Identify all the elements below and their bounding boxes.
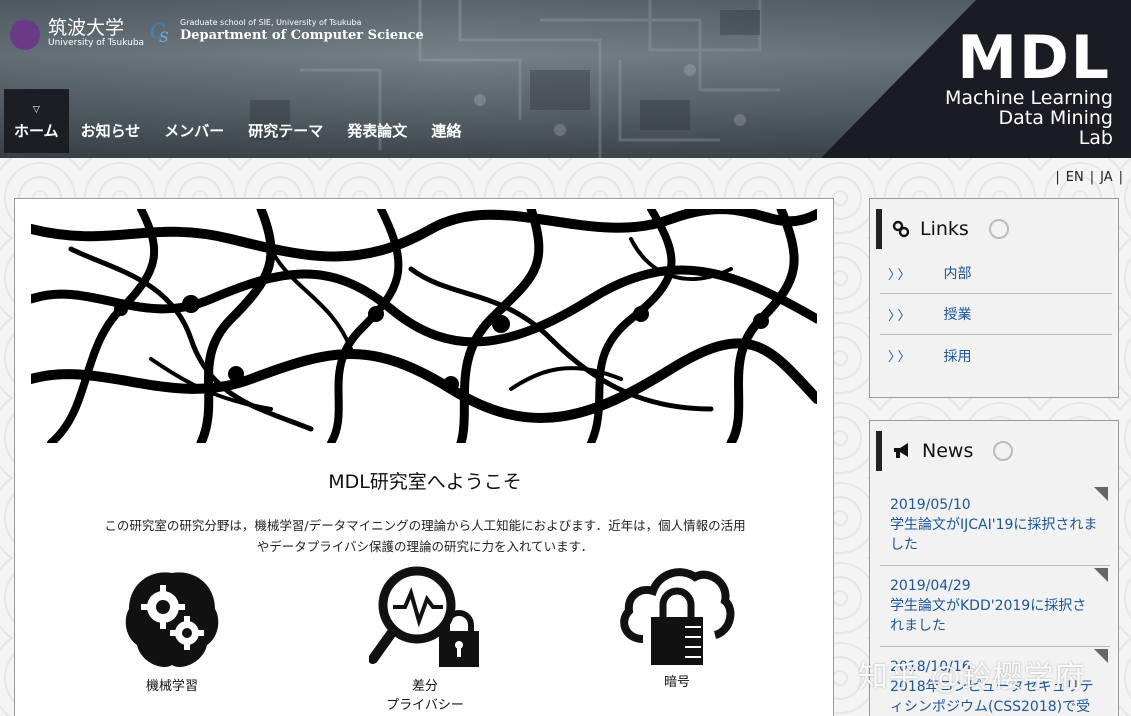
feature-label: 差分 [411,679,438,694]
nav-label: 連絡 [431,122,462,140]
links-panel-title: Links [920,218,969,240]
corner-fold-icon [1094,649,1108,663]
magnifier-lock-icon [368,566,479,667]
brain-gears-icon [125,572,219,667]
nav-label: 発表論文 [347,122,408,140]
cloud-lock-icon [620,568,735,665]
university-name-en: University of Tsukuba [48,37,145,48]
news-title: 学生論文がKDD'2019に採択されました [890,598,1087,634]
ring-decoration-icon [988,219,1009,239]
feature-label-2: プライバシー [386,698,464,713]
watermark: 知乎 @鈴樱学府 [858,660,1086,695]
nav-label: お知らせ [80,122,141,140]
chevron-right-icon: 〉〉 [888,267,914,283]
welcome-heading: MDL研究室へようこそ [328,471,522,493]
main-content: MDL研究室へようこそ この研究室の研究分野は，機械学習/データマイニングの理論… [14,198,834,716]
links-panel-header: Links [876,209,1118,249]
nav-label: ホーム [14,122,59,140]
ring-decoration-icon [993,441,1014,461]
chevron-right-icon: 〉〉 [888,308,914,324]
feature-label: 機械学習 [145,679,198,694]
university-logo[interactable]: 筑波大学 University of Tsukuba [6,14,144,52]
corner-fold-icon [1094,568,1108,582]
lang-ja-link[interactable]: JA [1100,170,1113,185]
nav-news[interactable]: お知らせ [69,89,153,153]
feature-differential-privacy[interactable]: 差分 プライバシー [368,565,481,715]
link-internal[interactable]: 〉〉 内部 [880,253,1112,294]
main-nav: ▽ ホーム お知らせ メンバー 研究テーマ 発表論文 連絡 [4,89,473,153]
cs-logo-icon: C S [150,19,169,44]
department-subtitle: Graduate school of SIE, University of Ts… [180,18,362,27]
nav-contact[interactable]: 連絡 [419,89,473,153]
lab-logo: MDL [957,23,1111,93]
university-name-jp: 筑波大学 [48,16,125,39]
neural-network-hero-image [31,209,817,443]
links-panel: Links 〉〉 内部 〉〉 授業 〉〉 採用 [869,198,1119,398]
lang-en-link[interactable]: EN [1066,170,1084,185]
feature-machine-learning[interactable]: 機械学習 [119,567,225,696]
megaphone-icon [894,443,908,458]
link-classes[interactable]: 〉〉 授業 [880,294,1112,335]
feature-cryptography[interactable]: 暗号 [619,565,735,692]
lab-full-name: Machine Learning Data Mining Lab [944,87,1113,149]
feature-label: 暗号 [663,675,690,690]
corner-fold-icon [1094,487,1108,501]
link-label: 授業 [943,307,972,323]
svg-text:S: S [159,30,169,44]
chevron-right-icon: 〉〉 [888,350,914,365]
news-item[interactable]: 2019/05/10 学生論文がIJCAI'19に採択されました [880,485,1110,566]
news-title: 学生論文がIJCAI'19に採択されました [890,517,1098,553]
site-header: 筑波大学 University of Tsukuba C S Graduate … [0,0,1131,158]
news-panel-header: News [876,431,1118,471]
news-date: 2019/04/29 [890,578,971,594]
language-switcher: | EN | JA | [1055,170,1123,185]
intro-text: この研究室の研究分野は，機械学習/データマイニングの理論から人工知能におよびます… [104,518,746,554]
nav-label: メンバー [164,122,225,140]
nav-label: 研究テーマ [248,122,324,140]
nav-research[interactable]: 研究テーマ [236,89,335,153]
news-panel-title: News [922,440,974,462]
news-item[interactable]: 2019/04/29 学生論文がKDD'2019に採択されました [880,566,1110,647]
link-label: 採用 [943,348,972,365]
link-recruiting[interactable]: 〉〉 採用 [880,335,1112,376]
news-date: 2019/05/10 [890,497,971,513]
university-crest-icon [10,20,40,50]
department-name: Department of Computer Science [180,28,424,43]
department-logo[interactable]: C S Graduate school of SIE, University o… [150,18,424,44]
nav-home[interactable]: ▽ ホーム [4,89,69,153]
nav-members[interactable]: メンバー [152,89,236,153]
link-icon [892,220,910,238]
caret-down-icon: ▽ [32,105,40,115]
nav-publications[interactable]: 発表論文 [335,89,419,153]
link-label: 内部 [943,266,972,282]
